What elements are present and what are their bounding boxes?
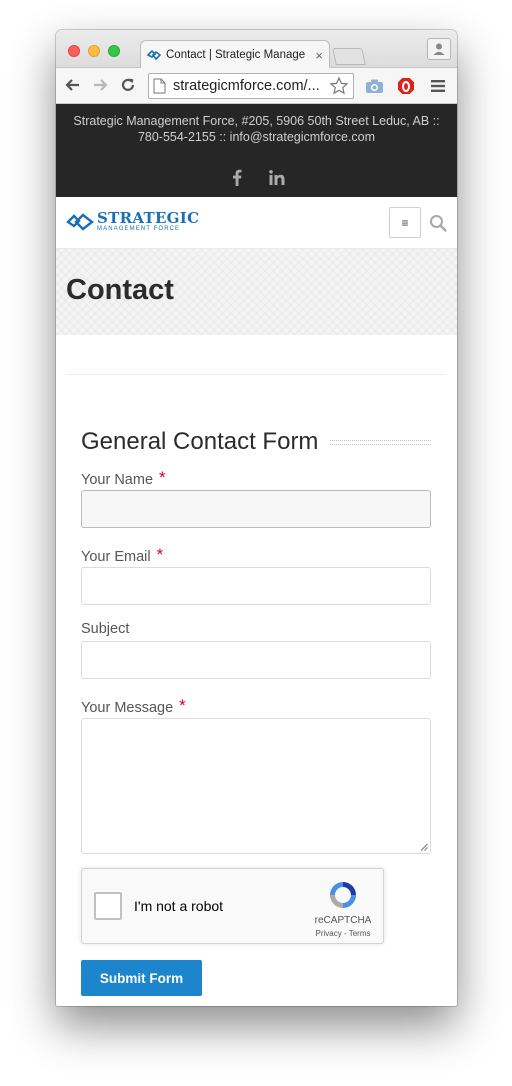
recaptcha-widget: I'm not a robot reCAPTCHA Privacy - Term…: [81, 868, 384, 944]
maximize-window-button[interactable]: [108, 45, 120, 57]
address-bar[interactable]: strategicmforce.com/...: [148, 73, 354, 99]
camera-icon: [365, 79, 383, 93]
email-label: Your Email *: [81, 545, 164, 566]
arrow-right-icon: [94, 79, 108, 91]
minimize-window-button[interactable]: [88, 45, 100, 57]
search-icon[interactable]: [429, 214, 447, 232]
recaptcha-logo-icon: [330, 882, 356, 908]
profile-button[interactable]: [427, 38, 451, 60]
stop-hand-icon: [398, 78, 414, 94]
adblock-extension-button[interactable]: [396, 76, 416, 96]
content-divider: [66, 374, 446, 375]
facebook-link[interactable]: [227, 167, 247, 187]
forward-button[interactable]: [90, 75, 110, 95]
logo-mark-icon: [66, 213, 94, 231]
page-icon: [153, 78, 166, 94]
browser-toolbar: strategicmforce.com/...: [56, 68, 457, 104]
page-title: Contact: [66, 274, 174, 306]
url-text: strategicmforce.com/...: [173, 78, 320, 94]
menu-toggle-button[interactable]: ≡: [389, 207, 421, 238]
recaptcha-checkbox[interactable]: [94, 892, 122, 920]
submit-form-button[interactable]: Submit Form: [81, 960, 202, 996]
close-window-button[interactable]: [68, 45, 80, 57]
linkedin-link[interactable]: [267, 167, 287, 187]
name-field[interactable]: [81, 490, 431, 528]
user-icon: [433, 43, 445, 55]
linkedin-icon: [269, 169, 285, 185]
recaptcha-privacy-terms-link[interactable]: Privacy - Terms: [304, 929, 382, 938]
top-info-bar: Strategic Management Force, #205, 5906 5…: [56, 104, 457, 197]
site-logo[interactable]: STRATEGIC MANAGEMENT FORCE: [66, 211, 199, 233]
back-button[interactable]: [63, 75, 83, 95]
recaptcha-label: I'm not a robot: [134, 898, 224, 914]
site-header: STRATEGIC MANAGEMENT FORCE ≡: [56, 197, 457, 249]
camera-extension-button[interactable]: [364, 76, 384, 96]
reload-button[interactable]: [118, 75, 138, 95]
message-label-text: Your Message: [81, 700, 174, 716]
page-title-band: Contact: [56, 249, 457, 335]
message-label: Your Message *: [81, 696, 186, 717]
name-label: Your Name *: [81, 468, 166, 489]
arrow-left-icon: [65, 79, 79, 91]
bookmark-star-icon[interactable]: [329, 76, 349, 96]
tab-title: Contact | Strategic Manage: [166, 49, 306, 61]
subject-label-text: Subject: [81, 621, 130, 637]
browser-tab[interactable]: Contact | Strategic Manage ×: [140, 40, 330, 69]
required-mark: *: [179, 696, 186, 715]
tab-close-icon[interactable]: ×: [315, 48, 323, 63]
name-label-text: Your Name: [81, 472, 154, 488]
form-heading: General Contact Form: [81, 428, 319, 455]
required-mark: *: [156, 545, 164, 564]
hamburger-icon: [431, 80, 445, 92]
new-tab-button[interactable]: [332, 48, 366, 65]
heading-dotted-rule: [330, 439, 431, 445]
subject-field[interactable]: [81, 641, 431, 679]
browser-menu-button[interactable]: [428, 76, 448, 96]
email-field[interactable]: [81, 567, 431, 605]
email-label-text: Your Email: [81, 549, 151, 565]
form-heading-row: General Contact Form: [81, 425, 431, 459]
site-favicon-icon: [147, 49, 161, 61]
message-textarea[interactable]: [81, 718, 431, 854]
recaptcha-brand: reCAPTCHA: [314, 915, 372, 926]
browser-window: Contact | Strategic Manage × strategicmf…: [56, 30, 457, 1006]
reload-icon: [121, 78, 135, 91]
subject-label: Subject: [81, 621, 129, 637]
resize-grip-icon[interactable]: [420, 843, 428, 851]
tab-strip: Contact | Strategic Manage ×: [56, 30, 457, 69]
required-mark: *: [159, 468, 166, 487]
facebook-icon: [233, 169, 242, 186]
logo-subtitle: MANAGEMENT FORCE: [97, 226, 181, 232]
logo-title: STRATEGIC: [97, 209, 200, 227]
contact-address: Strategic Management Force, #205, 5906 5…: [73, 114, 440, 144]
